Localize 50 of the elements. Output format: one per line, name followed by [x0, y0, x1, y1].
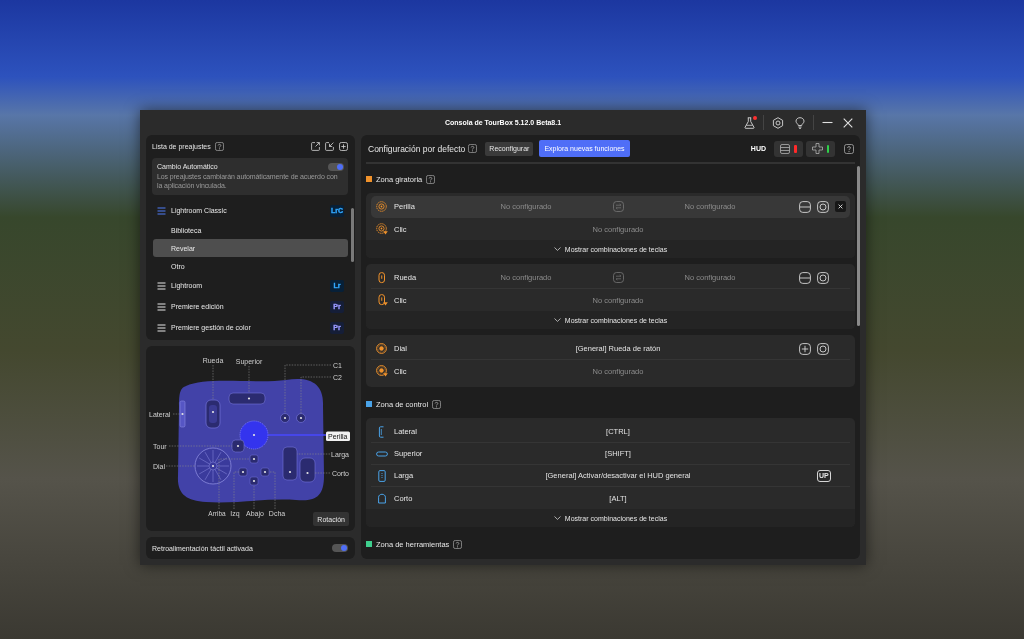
- help-icon[interactable]: [844, 143, 854, 154]
- scrollbar-thumb[interactable]: [856, 166, 860, 326]
- scrollbar-thumb[interactable]: [351, 208, 354, 262]
- dial-icon: [376, 342, 388, 355]
- help-icon[interactable]: [426, 174, 436, 184]
- tall-key-icon: [376, 469, 388, 482]
- wheel-press-icon: [376, 294, 388, 306]
- ring-square-icon[interactable]: [817, 342, 829, 355]
- ring-square-icon[interactable]: [817, 271, 829, 284]
- import-icon[interactable]: [325, 142, 334, 151]
- help-icon[interactable]: [214, 142, 224, 151]
- dial-press-icon: [376, 365, 388, 377]
- dpad-button[interactable]: [260, 467, 270, 477]
- leader-line: [267, 434, 327, 436]
- toggle-switch[interactable]: [332, 544, 348, 552]
- lightbulb-icon[interactable]: [795, 116, 805, 129]
- round-button[interactable]: [296, 413, 306, 423]
- export-icon[interactable]: [311, 142, 320, 151]
- preset-title: Configuración por defecto: [368, 143, 466, 154]
- close-icon[interactable]: [843, 117, 853, 128]
- dpad-icon: [812, 143, 823, 154]
- dpad-button[interactable]: [249, 476, 259, 486]
- hud-toggle-button[interactable]: [806, 140, 835, 157]
- ring-square-icon[interactable]: [817, 200, 829, 213]
- chevron-down-icon: [553, 318, 561, 322]
- help-icon[interactable]: [453, 539, 463, 549]
- close-icon[interactable]: [835, 201, 846, 212]
- settings-icon[interactable]: [772, 116, 784, 129]
- add-icon[interactable]: [339, 142, 348, 151]
- chevron-down-icon: [553, 247, 561, 251]
- help-icon[interactable]: [432, 399, 442, 409]
- arch-icon: [376, 492, 388, 504]
- wheel-icon: [376, 271, 388, 284]
- knob-icon: [376, 200, 388, 213]
- leader-line: [268, 471, 276, 510]
- dpad-button[interactable]: [249, 454, 259, 464]
- leader-line: [172, 413, 181, 415]
- plus-square-icon[interactable]: [799, 342, 811, 355]
- round-button[interactable]: [280, 413, 290, 423]
- minus-square-icon[interactable]: [799, 271, 811, 284]
- minus-square-icon[interactable]: [799, 200, 811, 213]
- dpad-button[interactable]: [238, 467, 248, 477]
- knob-press-icon: [376, 223, 388, 235]
- swap-icon[interactable]: [612, 272, 624, 283]
- hud-toggle-button[interactable]: [774, 140, 803, 157]
- toggle-switch[interactable]: [328, 162, 344, 171]
- list-icon: [780, 143, 791, 154]
- help-icon[interactable]: [468, 144, 478, 153]
- chevron-down-icon: [553, 516, 561, 520]
- flask-icon[interactable]: [744, 116, 755, 129]
